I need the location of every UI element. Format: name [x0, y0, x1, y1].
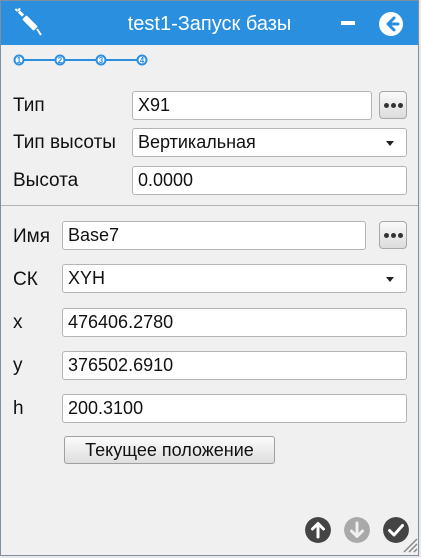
minimize-icon[interactable]	[341, 21, 355, 25]
cs-select[interactable]: XYH	[62, 264, 407, 293]
dialog-window: test1-Запуск базы 1 2 3 4 Тип X91 Тип вы…	[0, 0, 419, 556]
name-label: Имя	[13, 226, 51, 247]
type-label: Тип	[13, 95, 45, 116]
chevron-down-icon	[386, 141, 394, 146]
cs-value: XYH	[68, 268, 106, 288]
title-bar[interactable]: test1-Запуск базы	[1, 1, 418, 45]
step-1-label: 1	[17, 56, 22, 65]
step-3-label: 3	[99, 56, 104, 65]
name-browse-button[interactable]	[379, 221, 407, 249]
type-field[interactable]: X91	[132, 91, 372, 120]
height-label: Высота	[13, 170, 79, 191]
chevron-down-icon	[386, 277, 394, 282]
divider	[1, 205, 418, 206]
y-label: y	[13, 355, 23, 376]
step-indicator: 1 2 3 4	[13, 53, 153, 67]
name-field[interactable]: Base7	[62, 221, 366, 250]
window-title: test1-Запуск базы	[127, 13, 292, 35]
height-field[interactable]: 0.0000	[132, 166, 407, 195]
h-label: h	[13, 398, 24, 419]
y-field[interactable]: 376502.6910	[62, 351, 407, 380]
height-type-label: Тип высоты	[13, 132, 116, 153]
h-field[interactable]: 200.3100	[62, 394, 407, 423]
arrow-up-circle-icon[interactable]	[305, 517, 331, 543]
current-position-button[interactable]: Текущее положение	[64, 436, 275, 464]
step-4-label: 4	[140, 56, 145, 65]
cs-label: СК	[13, 269, 38, 290]
height-type-select[interactable]: Вертикальная	[132, 128, 407, 157]
x-label: x	[13, 312, 23, 333]
step-2-label: 2	[58, 56, 63, 65]
height-type-value: Вертикальная	[138, 132, 256, 152]
arrow-down-circle-icon	[344, 517, 370, 543]
x-field[interactable]: 476406.2780	[62, 308, 407, 337]
type-browse-button[interactable]	[379, 91, 407, 119]
resize-grip-icon[interactable]	[400, 535, 418, 553]
arrow-left-circle-icon[interactable]	[379, 12, 403, 36]
